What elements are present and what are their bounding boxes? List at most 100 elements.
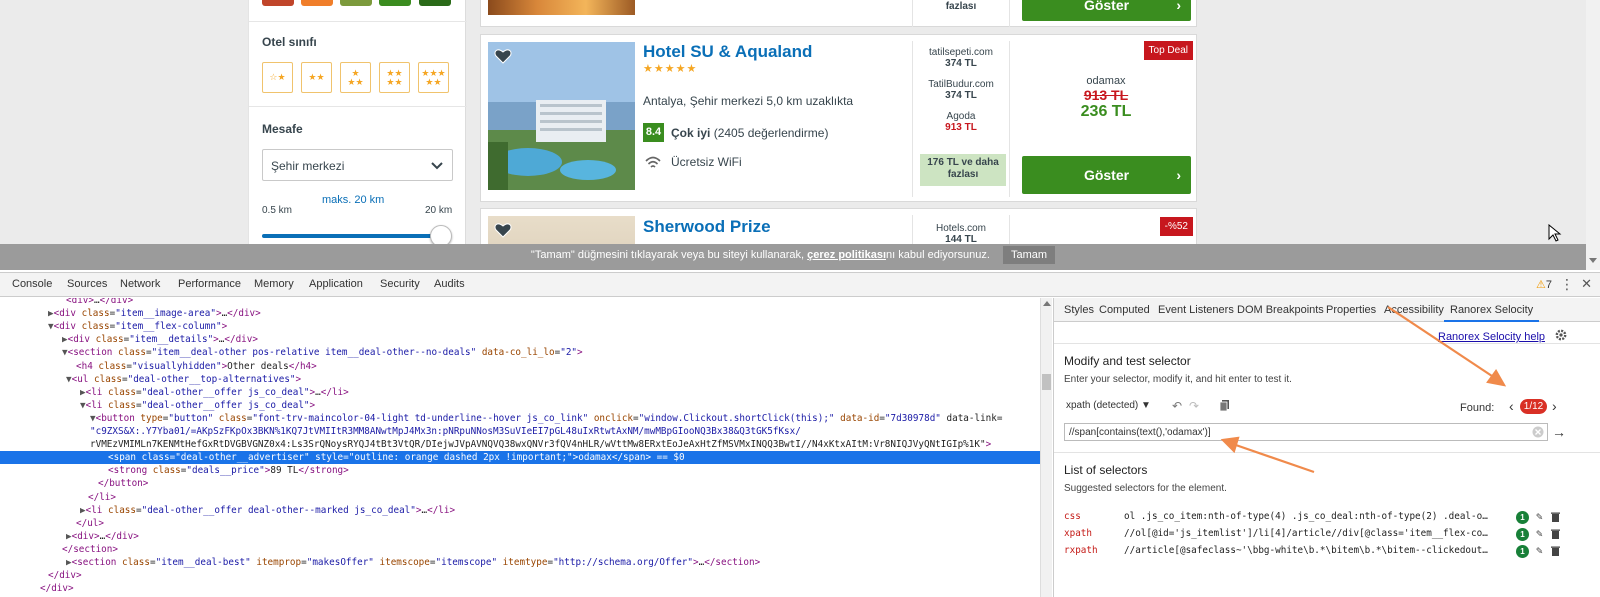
dom-node[interactable]: </button> <box>0 477 1040 490</box>
four-star-option[interactable]: ★★ ★★ <box>379 62 410 93</box>
trash-icon[interactable] <box>1551 529 1560 539</box>
close-icon[interactable]: ✕ <box>1581 276 1592 292</box>
show-deal-button[interactable]: Göster › <box>1022 156 1191 194</box>
edit-icon[interactable]: ✎ <box>1536 543 1543 559</box>
next-match-icon[interactable]: › <box>1552 398 1557 414</box>
tab-sources[interactable]: Sources <box>67 278 107 290</box>
selector-value[interactable]: //article[@safeclass~'\bbg-white\b.*\bit… <box>1124 543 1489 559</box>
scroll-up-icon[interactable] <box>1043 301 1051 306</box>
dom-node[interactable]: </div> <box>0 582 1040 595</box>
distance-slider-track[interactable] <box>262 234 442 238</box>
dom-node[interactable]: ▶<div class="item__image-area">…</div> <box>0 307 1040 320</box>
gear-icon[interactable] <box>1554 328 1568 342</box>
heart-icon[interactable] <box>494 222 512 238</box>
selector-value[interactable]: //ol[@id='js_itemlist']/li[4]/article//d… <box>1124 526 1489 542</box>
hotel-card[interactable]: Hotel SU & Aqualand ★★★★★ Antalya, Şehir… <box>480 34 1197 202</box>
heart-icon[interactable] <box>494 48 512 64</box>
tab-styles[interactable]: Styles <box>1064 304 1094 316</box>
dom-node[interactable]: </ul> <box>0 517 1040 530</box>
more-options-icon[interactable]: ⋮ <box>1560 276 1574 293</box>
selector-type-dropdown[interactable]: xpath (detected) ▼ <box>1066 400 1151 411</box>
alt-deal[interactable]: TatilBudur.com 374 TL <box>913 79 1009 101</box>
rating-swatch-2[interactable] <box>301 0 333 6</box>
selector-row-css[interactable]: css ol .js_co_item:nth-of-type(4) .js_co… <box>1054 509 1600 525</box>
dom-node[interactable]: </li> <box>0 491 1040 504</box>
tab-network[interactable]: Network <box>120 278 160 290</box>
dom-node[interactable]: <strong class="deals__price">89 TL</stro… <box>0 464 1040 477</box>
tab-audits[interactable]: Audits <box>434 278 465 290</box>
selector-row-rxpath[interactable]: rxpath //article[@safeclass~'\bbg-white\… <box>1054 543 1600 559</box>
best-deal[interactable]: odamax 913 TL 236 TL <box>1021 75 1191 121</box>
elements-scrollbar[interactable] <box>1040 298 1052 597</box>
selector-input[interactable] <box>1064 423 1548 441</box>
scroll-down-icon[interactable] <box>1589 258 1597 263</box>
rating-summary[interactable]: Çok iyi (2405 değerlendirme) <box>671 126 828 140</box>
trash-icon[interactable] <box>1551 546 1560 556</box>
one-star-option[interactable]: ☆★ <box>262 62 293 93</box>
rating-swatch-3[interactable] <box>340 0 372 6</box>
edit-icon[interactable]: ✎ <box>1536 526 1543 542</box>
dom-node[interactable]: <h4 class="visuallyhidden">Other deals</… <box>0 360 1040 373</box>
tab-event-listeners[interactable]: Event Listeners <box>1158 304 1234 316</box>
cookie-policy-link[interactable]: çerez politikası <box>807 249 886 261</box>
dom-node[interactable]: ▶<li class="deal-other__offer js_co_deal… <box>0 386 1040 399</box>
tab-computed[interactable]: Computed <box>1099 304 1150 316</box>
distance-slider-handle[interactable] <box>430 225 452 244</box>
show-deal-button[interactable]: Göster › <box>1022 0 1191 21</box>
rating-swatch-4[interactable] <box>379 0 411 6</box>
hotel-card-next[interactable]: Sherwood Prize Hotels.com 144 TL -%52 <box>480 208 1197 244</box>
hotel-image[interactable] <box>488 216 635 244</box>
page-scrollbar[interactable] <box>1586 0 1600 270</box>
dom-node[interactable]: </section> <box>0 543 1040 556</box>
previous-match-icon[interactable]: ‹ <box>1509 398 1514 414</box>
alt-deal[interactable]: tatilsepeti.com 374 TL <box>913 47 1009 69</box>
hotel-name-link[interactable]: Sherwood Prize <box>643 217 771 237</box>
alt-deal[interactable]: Agoda 913 TL <box>913 111 1009 133</box>
dom-node[interactable]: ▼<li class="deal-other__offer js_co_deal… <box>0 399 1040 412</box>
cookie-accept-button[interactable]: Tamam <box>1003 246 1056 265</box>
alt-site[interactable]: Hotels.com <box>913 223 1009 234</box>
dom-node-selected[interactable]: <span class="deal-other__advertiser" sty… <box>0 451 1040 465</box>
dom-node[interactable]: ▼<div class="item__flex-column"> <box>0 320 1040 333</box>
rating-swatch-1[interactable] <box>262 0 294 6</box>
selocity-help-link[interactable]: Ranorex Selocity help <box>1438 331 1545 343</box>
scroll-thumb[interactable] <box>1042 374 1051 390</box>
selector-row-xpath[interactable]: xpath //ol[@id='js_itemlist']/li[4]/arti… <box>1054 526 1600 542</box>
dom-node[interactable]: rVMEzVMIMLn7KENMtHefGxRtDVGBVGNZ0x4:Ls3S… <box>0 438 1040 451</box>
dom-node[interactable]: ▶<li class="deal-other__offer deal-other… <box>0 504 1040 517</box>
tab-memory[interactable]: Memory <box>254 278 294 290</box>
tab-ranorex-selocity[interactable]: Ranorex Selocity <box>1444 298 1540 322</box>
five-star-option[interactable]: ★★★ ★★ <box>418 62 449 93</box>
dom-node[interactable]: ▶<div>…</div> <box>0 530 1040 543</box>
hotel-image[interactable] <box>488 42 635 190</box>
dom-node[interactable]: "c9ZXS&X:.Y7Yba01/=AKpSzFKpOx3BKN%1KQ7Jt… <box>0 425 1040 438</box>
tab-security[interactable]: Security <box>380 278 420 290</box>
warnings-counter[interactable]: ⚠7 <box>1536 278 1552 291</box>
trash-icon[interactable] <box>1551 512 1560 522</box>
dom-node[interactable]: ▶<section class="item__deal-best" itempr… <box>0 556 1040 569</box>
two-star-option[interactable]: ★★ <box>301 62 332 93</box>
selector-value[interactable]: ol .js_co_item:nth-of-type(4) .js_co_dea… <box>1124 509 1489 525</box>
hotel-image[interactable] <box>488 0 635 15</box>
dom-node[interactable]: ▼<ul class="deal-other__top-alternatives… <box>0 373 1040 386</box>
run-selector-icon[interactable]: → <box>1550 423 1568 441</box>
dom-node[interactable]: </div> <box>0 569 1040 582</box>
undo-icon[interactable]: ↶ <box>1172 399 1182 413</box>
hotel-location[interactable]: Antalya, Şehir merkezi 5,0 km uzaklıkta <box>643 94 853 108</box>
dom-node[interactable]: ▼<section class="item__deal-other pos-re… <box>0 346 1040 359</box>
distance-dropdown[interactable]: Şehir merkezi <box>262 149 453 181</box>
tab-dom-breakpoints[interactable]: DOM Breakpoints <box>1237 304 1324 316</box>
clear-icon[interactable] <box>1532 426 1544 438</box>
copy-icon[interactable] <box>1219 399 1231 411</box>
tab-application[interactable]: Application <box>309 278 363 290</box>
hotel-name-link[interactable]: Hotel SU & Aqualand <box>643 42 812 62</box>
tab-console[interactable]: Console <box>12 278 52 290</box>
redo-icon[interactable]: ↷ <box>1189 399 1199 413</box>
edit-icon[interactable]: ✎ <box>1536 509 1543 525</box>
dom-node[interactable]: <div>…</div> <box>0 298 1040 307</box>
tab-accessibility[interactable]: Accessibility <box>1384 304 1444 316</box>
more-offers-button[interactable]: 176 TL ve daha fazlası <box>920 154 1006 186</box>
tab-properties[interactable]: Properties <box>1326 304 1376 316</box>
dom-node[interactable]: ▶<div class="item__details">…</div> <box>0 333 1040 346</box>
dom-node[interactable]: ▼<button type="button" class="font-trv-m… <box>0 412 1040 425</box>
